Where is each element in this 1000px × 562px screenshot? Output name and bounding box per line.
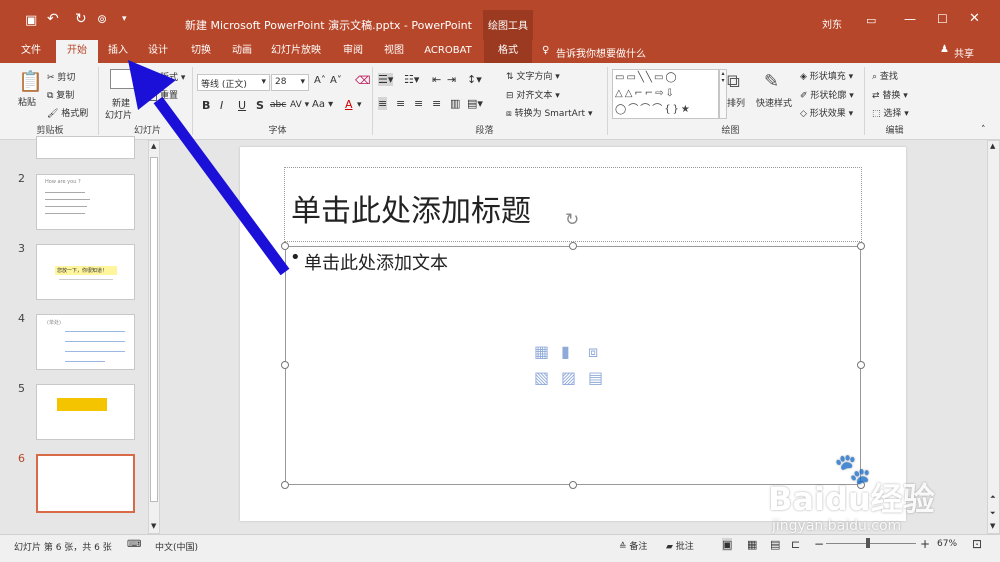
notes-button[interactable]: ≙ 备注	[619, 539, 647, 552]
reading-view-icon[interactable]: ▤	[770, 538, 780, 551]
baidu-watermark: 🐾 Baidu经验 jingyan.baidu.com	[768, 452, 993, 542]
language-indicator[interactable]: 中文(中国)	[155, 540, 198, 553]
normal-view-icon[interactable]: ▣	[722, 538, 733, 551]
zoom-slider-thumb[interactable]	[866, 538, 870, 548]
zoom-slider-track[interactable]	[826, 543, 916, 544]
fit-to-window-icon[interactable]: ⊡	[972, 537, 982, 551]
slide-counter: 幻灯片 第 6 张，共 6 张	[14, 543, 112, 553]
status-bar: 幻灯片 第 6 张，共 6 张 ⌨ 中文(中国) ≙ 备注 ▰ 批注 ▣ ▦ ▤…	[0, 534, 1000, 562]
comments-button[interactable]: ▰ 批注	[666, 539, 694, 552]
watermark-url: jingyan.baidu.com	[772, 518, 902, 534]
watermark-brand: Baidu经验	[768, 480, 935, 518]
zoom-level[interactable]: 67%	[937, 539, 957, 549]
spellcheck-icon[interactable]: ⌨	[127, 539, 141, 550]
comment-icon: ▰	[666, 542, 676, 552]
zoom-in-button[interactable]: +	[920, 537, 930, 551]
slideshow-view-icon[interactable]: ⊏	[791, 538, 800, 551]
slide-sorter-icon[interactable]: ▦	[747, 538, 757, 551]
notes-icon: ≙	[619, 542, 630, 552]
zoom-out-button[interactable]: −	[814, 537, 824, 551]
